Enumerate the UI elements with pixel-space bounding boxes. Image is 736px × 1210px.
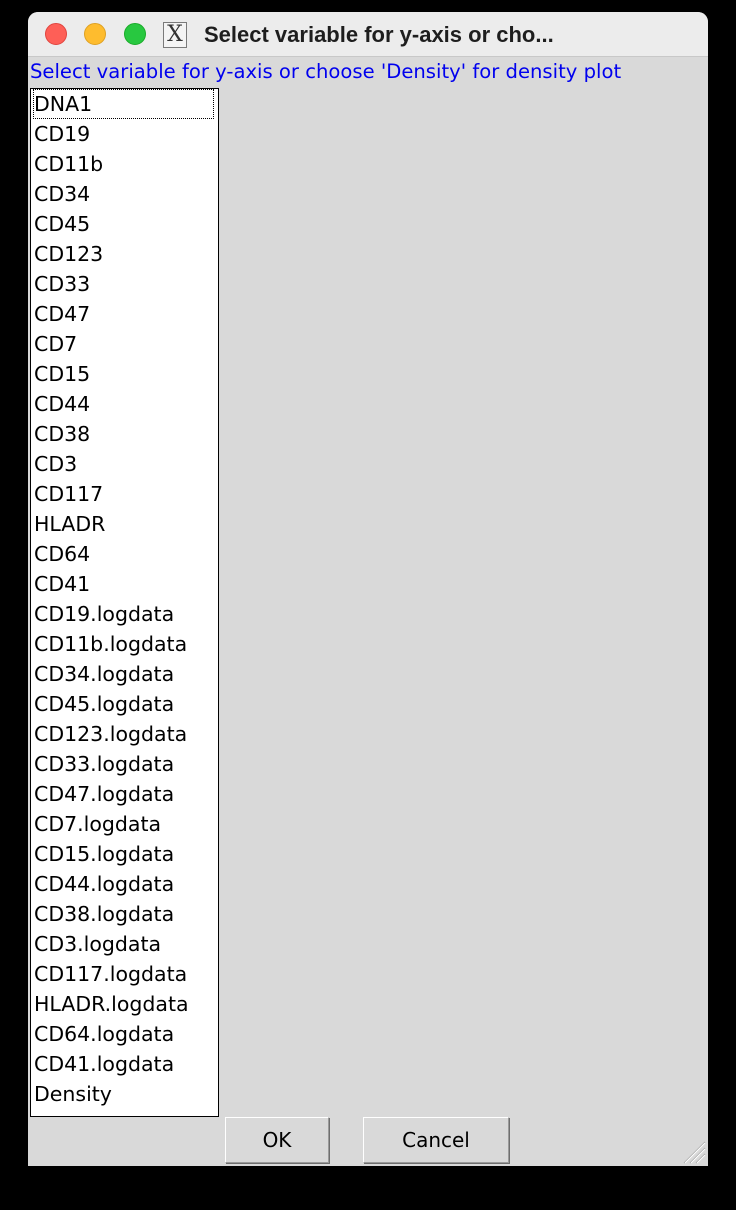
variable-list-item[interactable]: HLADR — [33, 509, 106, 539]
variable-list-item[interactable]: CD44 — [33, 389, 91, 419]
title-bar[interactable]: X Select variable for y-axis or cho... — [28, 12, 708, 57]
variable-list-item[interactable]: CD15 — [33, 359, 91, 389]
variable-list-item[interactable]: CD15.logdata — [33, 839, 175, 869]
dialog-window: X Select variable for y-axis or cho... S… — [28, 12, 708, 1166]
zoom-window-icon[interactable] — [124, 23, 146, 45]
variable-list-item[interactable]: CD3.logdata — [33, 929, 162, 959]
variable-list-item[interactable]: CD123 — [33, 239, 104, 269]
variable-list-item[interactable]: CD64.logdata — [33, 1019, 175, 1049]
variable-list-item[interactable]: CD117 — [33, 479, 104, 509]
variable-list-item[interactable]: CD7 — [33, 329, 78, 359]
variable-list-item[interactable]: CD41 — [33, 569, 91, 599]
prompt-label: Select variable for y-axis or choose 'De… — [30, 60, 622, 83]
variable-list-item[interactable]: CD33 — [33, 269, 91, 299]
variable-list-item[interactable]: CD44.logdata — [33, 869, 175, 899]
variable-list-item[interactable]: CD117.logdata — [33, 959, 188, 989]
variable-list-item[interactable]: CD41.logdata — [33, 1049, 175, 1079]
variable-list-item[interactable]: CD19.logdata — [33, 599, 175, 629]
minimize-window-icon[interactable] — [84, 23, 106, 45]
variable-list-item[interactable]: CD11b.logdata — [33, 629, 188, 659]
close-window-icon[interactable] — [45, 23, 67, 45]
cancel-button[interactable]: Cancel — [363, 1117, 509, 1163]
variable-list-item[interactable]: CD19 — [33, 119, 91, 149]
variable-list-item[interactable]: CD11b — [33, 149, 104, 179]
variable-list-item[interactable]: CD7.logdata — [33, 809, 162, 839]
variable-listbox[interactable]: DNA1 CD19 CD11b CD34 CD45 CD123 CD33 CD47 CD7 CD1… — [30, 88, 219, 1117]
variable-list-item[interactable]: CD38 — [33, 419, 91, 449]
x11-app-icon: X — [163, 22, 187, 48]
variable-list-item[interactable]: CD45 — [33, 209, 91, 239]
variable-list-item[interactable]: CD45.logdata — [33, 689, 175, 719]
variable-list-item[interactable]: CD38.logdata — [33, 899, 175, 929]
variable-list-item[interactable]: DNA1 — [33, 89, 214, 119]
variable-list-item[interactable]: CD64 — [33, 539, 91, 569]
window-title: Select variable for y-axis or cho... — [204, 22, 554, 47]
variable-list-item[interactable]: CD3 — [33, 449, 78, 479]
variable-list-item[interactable]: CD47 — [33, 299, 91, 329]
variable-list-item[interactable]: CD47.logdata — [33, 779, 175, 809]
variable-list-item[interactable]: HLADR.logdata — [33, 989, 190, 1019]
variable-list-item[interactable]: Density — [33, 1079, 113, 1109]
variable-list-item[interactable]: CD34 — [33, 179, 91, 209]
ok-button[interactable]: OK — [225, 1117, 329, 1163]
resize-grip-icon[interactable] — [680, 1138, 706, 1164]
variable-list-item[interactable]: CD33.logdata — [33, 749, 175, 779]
variable-list-item[interactable]: CD34.logdata — [33, 659, 175, 689]
variable-list-item[interactable]: CD123.logdata — [33, 719, 188, 749]
